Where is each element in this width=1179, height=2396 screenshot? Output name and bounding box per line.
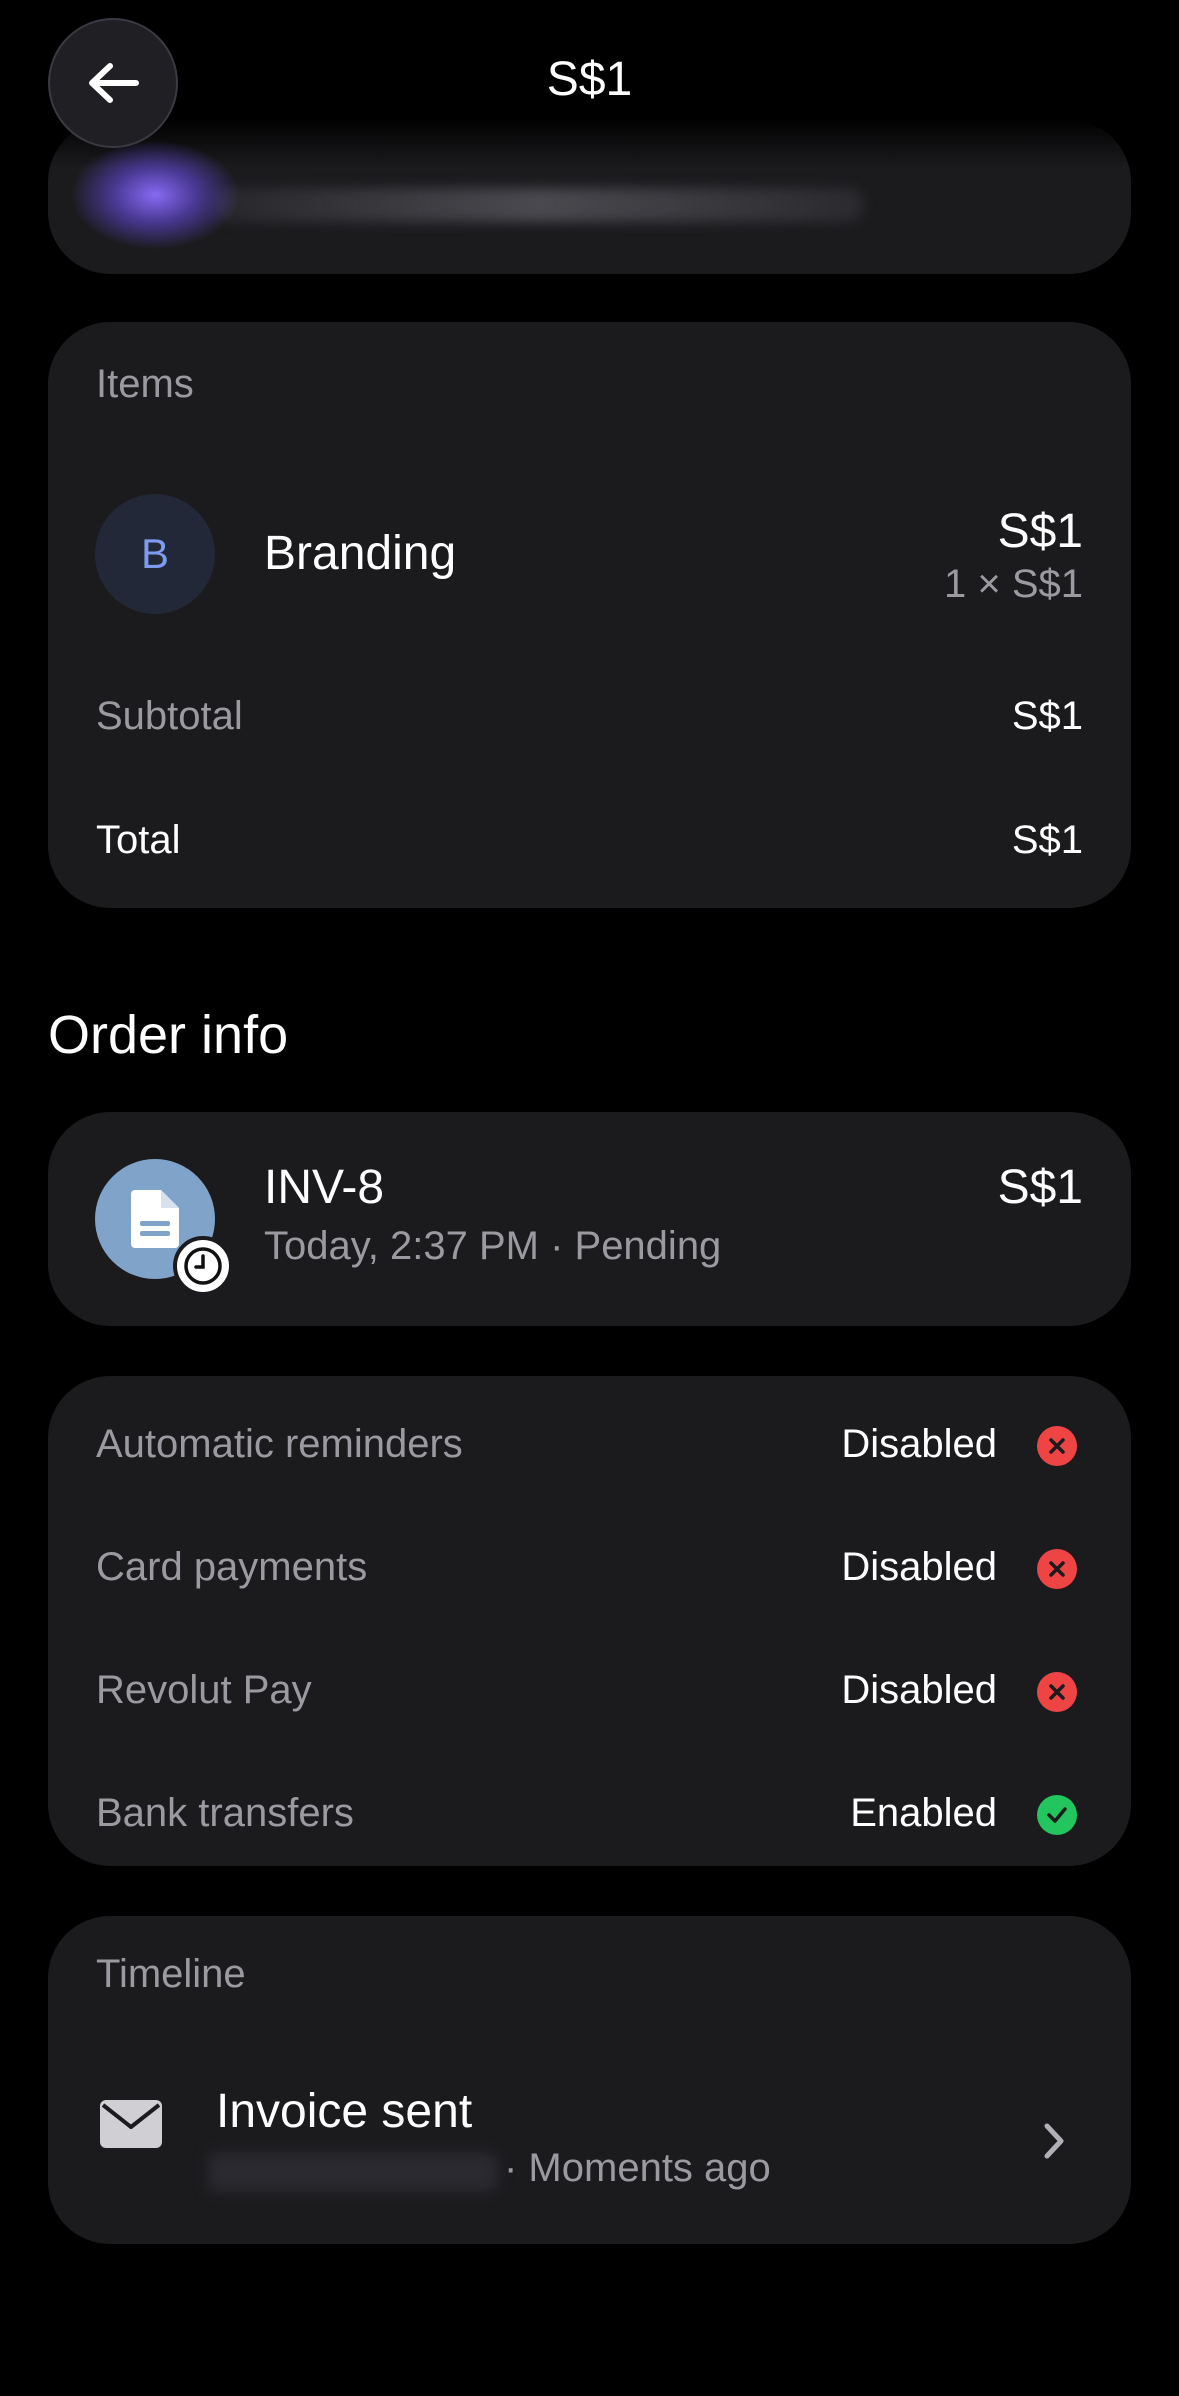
x-circle-icon — [1037, 1672, 1077, 1712]
payment-settings-card: Automatic reminders Disabled Card paymen… — [48, 1376, 1131, 1866]
chevron-right-icon[interactable] — [1043, 2122, 1065, 2160]
item-price: S$1 — [997, 505, 1083, 558]
subtotal-value: S$1 — [1011, 694, 1083, 738]
invoice-card[interactable]: INV-8 Today, 2:37 PM · Pending S$1 — [48, 1112, 1131, 1326]
timeline-event-time: · Moments ago — [504, 2146, 771, 2190]
setting-value: Disabled — [841, 1545, 997, 1589]
pending-clock-badge — [173, 1236, 233, 1296]
redacted-recipient — [208, 2152, 498, 2192]
timeline-card: Timeline Invoice sent · Moments ago — [48, 1916, 1131, 2244]
item-avatar: B — [95, 494, 215, 614]
setting-row-revolut-pay[interactable]: Revolut Pay Disabled — [96, 1662, 1083, 1722]
total-value: S$1 — [1011, 818, 1083, 862]
setting-row-automatic-reminders[interactable]: Automatic reminders Disabled — [96, 1416, 1083, 1476]
setting-label: Automatic reminders — [96, 1422, 463, 1466]
x-circle-icon — [1037, 1549, 1077, 1589]
page-title: S$1 — [546, 53, 633, 106]
items-card: Items B Branding S$1 1 × S$1 Subtotal S$… — [48, 322, 1131, 908]
setting-label: Revolut Pay — [96, 1668, 312, 1712]
mail-icon — [100, 2100, 162, 2148]
invoice-number: INV-8 — [264, 1161, 385, 1214]
invoice-meta: Today, 2:37 PM · Pending — [264, 1224, 722, 1268]
setting-label: Bank transfers — [96, 1791, 354, 1835]
subtotal-label: Subtotal — [96, 694, 243, 738]
setting-row-bank-transfers[interactable]: Bank transfers Enabled — [96, 1785, 1083, 1845]
document-icon — [131, 1190, 179, 1248]
check-circle-icon — [1037, 1795, 1077, 1835]
items-label: Items — [96, 362, 194, 406]
timeline-event-title: Invoice sent — [216, 2085, 473, 2138]
setting-value: Disabled — [841, 1422, 997, 1466]
redacted-email — [214, 188, 864, 222]
x-circle-icon — [1037, 1426, 1077, 1466]
item-quantity: 1 × S$1 — [943, 562, 1083, 606]
total-label: Total — [96, 818, 181, 862]
setting-value: Enabled — [850, 1791, 997, 1835]
order-info-heading: Order info — [48, 1005, 289, 1065]
item-name[interactable]: Branding — [264, 526, 456, 581]
setting-row-card-payments[interactable]: Card payments Disabled — [96, 1539, 1083, 1599]
accent-glow — [70, 140, 240, 250]
setting-label: Card payments — [96, 1545, 368, 1589]
clock-icon — [184, 1247, 222, 1285]
setting-value: Disabled — [841, 1668, 997, 1712]
invoice-amount: S$1 — [997, 1161, 1083, 1214]
timeline-label: Timeline — [96, 1952, 246, 1996]
